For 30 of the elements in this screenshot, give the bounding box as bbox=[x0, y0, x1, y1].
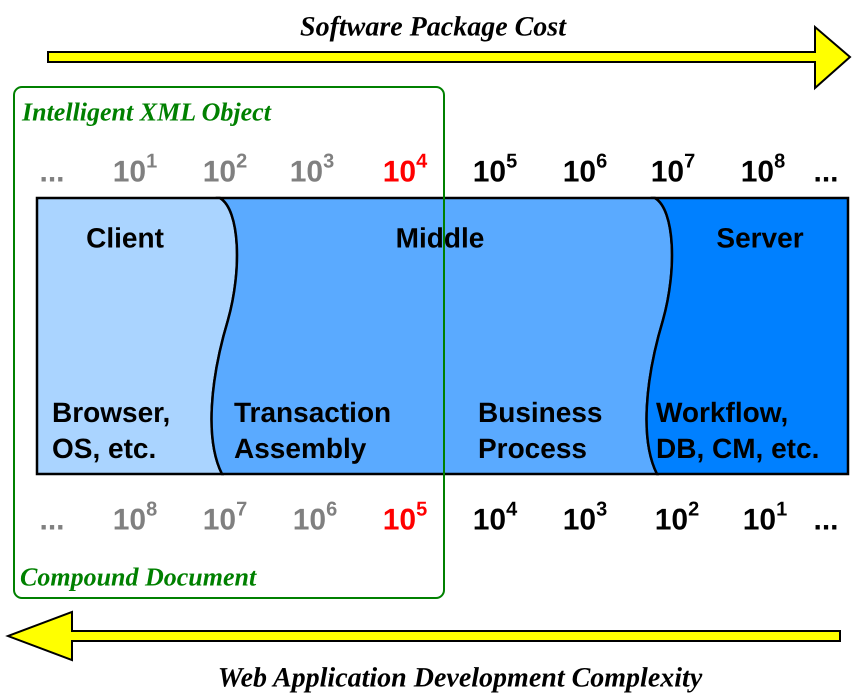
tier-name: Server bbox=[716, 224, 804, 254]
tier-caption: Transaction Assembly bbox=[234, 396, 392, 466]
tier-name: Client bbox=[86, 224, 164, 254]
scale-value: 10$^{7}$ bbox=[650, 156, 696, 188]
scale-value: 10$^{6}$ bbox=[292, 504, 338, 536]
scale-value: ... bbox=[40, 156, 64, 188]
scale-value: 10$^{4}$ bbox=[382, 156, 428, 188]
scale-value: 10$^{2}$ bbox=[202, 156, 248, 188]
tier-caption: Workflow, DB, CM, etc. bbox=[656, 396, 820, 466]
scale-value: 10$^{5}$ bbox=[382, 504, 428, 536]
arrow-label: Web Application Development Complexity bbox=[218, 664, 702, 694]
scale-value: 10$^{1}$ bbox=[112, 156, 158, 188]
scale-value: ... bbox=[814, 504, 838, 536]
scale-value: 10$^{2}$ bbox=[654, 504, 700, 536]
scale-value: 10$^{5}$ bbox=[472, 156, 518, 188]
scale-value: 10$^{3}$ bbox=[562, 504, 608, 536]
tier-caption: Browser, OS, etc. bbox=[52, 396, 170, 466]
scale-value: ... bbox=[814, 156, 838, 188]
scale-value: 10$^{8}$ bbox=[112, 504, 158, 536]
scale-value: 10$^{1}$ bbox=[742, 504, 788, 536]
scale-value: 10$^{4}$ bbox=[472, 504, 518, 536]
scale-value: 10$^{7}$ bbox=[202, 504, 248, 536]
frame-label: Intelligent XML Object bbox=[22, 98, 271, 128]
frame-label: Compound Document bbox=[20, 564, 256, 592]
scale-value: 10$^{8}$ bbox=[740, 156, 786, 188]
tier-caption: Business Process bbox=[478, 396, 602, 466]
arrow-label: Software Package Cost bbox=[300, 12, 566, 44]
scale-value: ... bbox=[40, 504, 64, 536]
scale-value: 10$^{6}$ bbox=[562, 156, 608, 188]
scale-value: 10$^{3}$ bbox=[290, 156, 334, 188]
